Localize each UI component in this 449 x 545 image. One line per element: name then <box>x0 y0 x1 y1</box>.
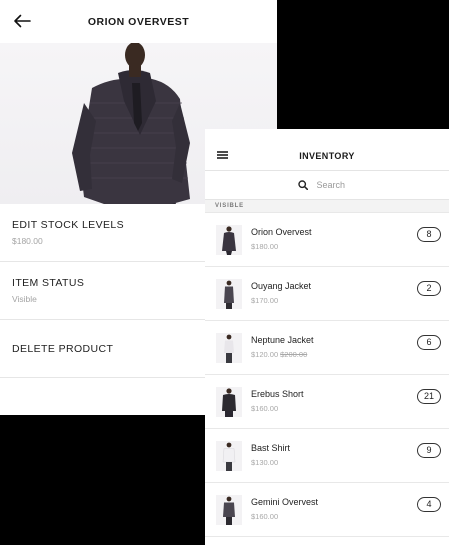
product-price: $170.00 <box>251 296 278 305</box>
search-input[interactable] <box>316 180 357 190</box>
arrow-left-icon[interactable] <box>13 14 31 28</box>
hamburger-menu-icon[interactable] <box>217 151 228 159</box>
product-price: $160.00 <box>251 512 278 521</box>
product-thumbnail <box>216 387 242 417</box>
search-bar[interactable] <box>205 171 449 200</box>
product-price: $130.00 <box>251 458 278 467</box>
price-current: $130.00 <box>251 458 279 467</box>
stock-count-badge: 2 <box>417 281 441 296</box>
product-thumbnail <box>216 441 242 471</box>
list-item[interactable]: Ouyang Jacket $170.00 2 <box>205 267 449 321</box>
price-current: $180.00 <box>251 242 279 251</box>
product-name: Gemini Overvest <box>251 497 319 507</box>
inventory-list: Orion Overvest $180.00 8 Ouyang Jacket $… <box>205 213 449 537</box>
product-name: Ouyang Jacket <box>251 281 312 291</box>
stock-count-badge: 8 <box>417 227 441 242</box>
product-thumbnail <box>216 333 242 363</box>
product-thumbnail <box>216 225 242 255</box>
list-item[interactable]: Erebus Short $160.00 21 <box>205 375 449 429</box>
price-current: $120.00 <box>251 350 279 359</box>
app-canvas: ORION OVERVEST EDIT STOCK LEVELS $180.00… <box>0 0 449 545</box>
inventory-title: INVENTORY <box>299 150 355 161</box>
stock-count-badge: 21 <box>417 389 441 404</box>
price-current: $160.00 <box>251 512 279 521</box>
detail-header: ORION OVERVEST <box>0 0 277 43</box>
inventory-screen: INVENTORY VISIBLE Orion Overvest <box>205 129 449 545</box>
product-name: Orion Overvest <box>251 227 312 237</box>
stock-count-badge: 9 <box>417 443 441 458</box>
stock-count-badge: 6 <box>417 335 441 350</box>
product-price: $160.00 <box>251 404 278 413</box>
list-item[interactable]: Neptune Jacket $120.00 $200.00 6 <box>205 321 449 375</box>
product-name: Neptune Jacket <box>251 335 314 345</box>
search-icon <box>297 180 308 190</box>
list-item[interactable]: Gemini Overvest $160.00 4 <box>205 483 449 537</box>
product-thumbnail <box>216 279 242 309</box>
product-thumbnail <box>216 495 242 525</box>
product-name: Erebus Short <box>251 389 304 399</box>
list-item[interactable]: Orion Overvest $180.00 8 <box>205 213 449 267</box>
product-price: $120.00 $200.00 <box>251 350 307 359</box>
product-name: Bast Shirt <box>251 443 291 453</box>
price-current: $170.00 <box>251 296 279 305</box>
price-current: $160.00 <box>251 404 279 413</box>
product-title: ORION OVERVEST <box>87 15 190 28</box>
stock-count-badge: 4 <box>417 497 441 512</box>
product-price: $180.00 <box>251 242 278 251</box>
inventory-header: INVENTORY <box>205 129 449 171</box>
price-original-strikethrough: $200.00 <box>280 350 308 359</box>
section-label-visible: VISIBLE <box>205 200 449 213</box>
list-item[interactable]: Bast Shirt $130.00 9 <box>205 429 449 483</box>
